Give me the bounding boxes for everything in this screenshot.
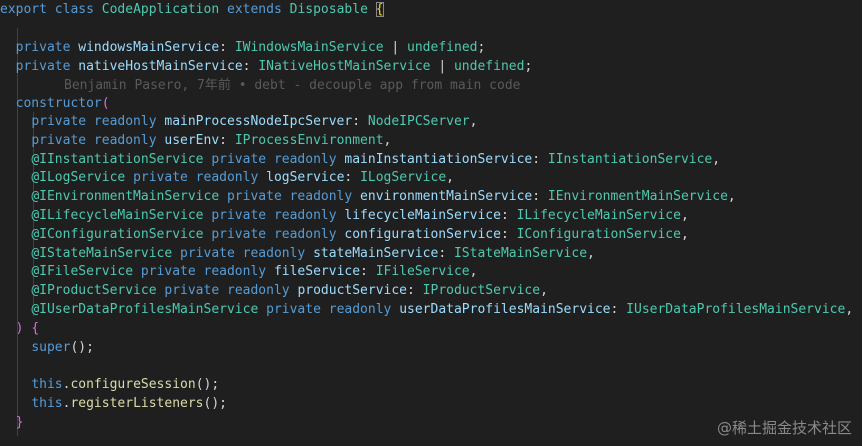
constructor-param-line: @IInstantiationService private readonly … xyxy=(31,152,721,167)
constructor-param-line: @IUserDataProfilesMainService private re… xyxy=(31,302,854,317)
code-line: constructor( xyxy=(15,96,110,111)
constructor-param-line: private readonly userEnv: IProcessEnviro… xyxy=(31,133,392,148)
code-line: this.configureSession(); xyxy=(31,377,220,392)
constructor-param-line: @IEnvironmentMainService private readonl… xyxy=(31,189,736,204)
code-line: export class CodeApplication extends Dis… xyxy=(0,2,384,17)
code-line: private windowsMainService: IWindowsMain… xyxy=(15,40,486,55)
matched-brace: { xyxy=(375,2,384,17)
code-line: private nativeHostMainService: INativeHo… xyxy=(15,59,533,74)
git-blame-annotation: Benjamin Pasero, 7年前 • debt - decouple a… xyxy=(64,78,521,93)
constructor-param-line: @IConfigurationService private readonly … xyxy=(31,227,689,242)
constructor-param-line: @ILifecycleMainService private readonly … xyxy=(31,208,689,223)
constructor-param-line: @IProductService private readonly produc… xyxy=(31,283,548,298)
constructor-param-line: @ILogService private readonly logService… xyxy=(31,170,454,185)
code-line: this.registerListeners(); xyxy=(31,396,227,411)
watermark: @稀土掘金技术社区 xyxy=(716,419,852,437)
constructor-param-line: private readonly mainProcessNodeIpcServe… xyxy=(31,114,478,129)
code-editor[interactable]: export class CodeApplication extends Dis… xyxy=(0,0,862,446)
code-line: ) { xyxy=(15,321,40,336)
constructor-param-line: @IStateMainService private readonly stat… xyxy=(31,246,595,261)
constructor-param-line: @IFileService private readonly fileServi… xyxy=(31,264,478,279)
code-line: } xyxy=(15,415,24,430)
code-line: super(); xyxy=(31,340,94,355)
